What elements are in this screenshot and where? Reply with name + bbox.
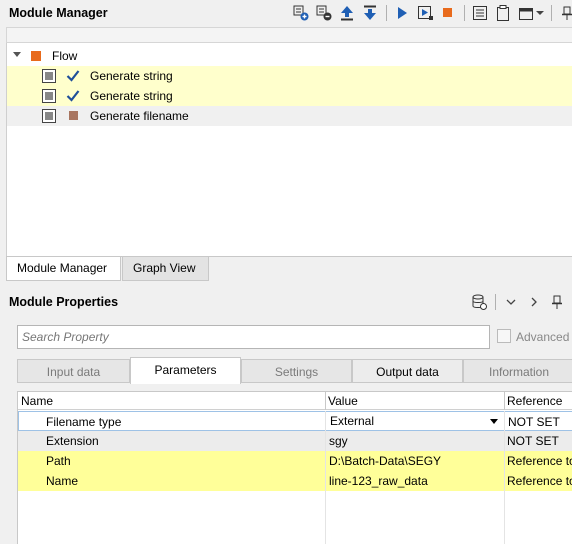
clipboard-icon[interactable]	[494, 4, 512, 22]
toolbar-divider	[551, 5, 552, 21]
checkmark-icon	[66, 89, 80, 106]
tree-item-label: Generate filename	[90, 109, 189, 123]
tree-item[interactable]: Generate filename	[7, 106, 572, 126]
toolbar-divider	[495, 294, 496, 310]
module-status-icon	[69, 111, 78, 120]
row-reference[interactable]: NOT SET	[507, 434, 559, 448]
column-divider	[504, 411, 505, 544]
row-reference[interactable]: NOT SET	[508, 415, 560, 429]
database-settings-icon[interactable]	[470, 293, 488, 311]
tab-input-data[interactable]: Input data	[17, 359, 130, 383]
parameters-table: Name Value Reference Filename type Exter…	[17, 391, 572, 544]
toolbar-divider	[386, 5, 387, 21]
pin-icon[interactable]	[558, 4, 572, 22]
row-value[interactable]: line-123_raw_data	[329, 474, 428, 488]
search-property-input[interactable]	[18, 326, 489, 348]
tab-information[interactable]: Information	[463, 359, 572, 383]
expand-arrow-icon[interactable]	[13, 52, 21, 57]
table-row[interactable]: Extension sgy NOT SET	[18, 431, 572, 451]
run-icon[interactable]	[393, 4, 411, 22]
module-enable-checkbox[interactable]	[42, 69, 56, 83]
filename-type-select[interactable]: External	[330, 414, 374, 428]
advanced-checkbox[interactable]	[497, 329, 511, 343]
module-manager-column-strip	[6, 27, 572, 43]
column-header-name[interactable]: Name	[21, 394, 53, 408]
column-header-value[interactable]: Value	[328, 394, 358, 408]
remove-module-icon[interactable]	[315, 4, 333, 22]
row-value[interactable]: D:\Batch-Data\SEGY	[329, 454, 441, 468]
tree-item[interactable]: Generate string	[7, 66, 572, 86]
module-tree: Flow Generate string Generate string Gen…	[6, 43, 572, 256]
table-row[interactable]: Path D:\Batch-Data\SEGY Reference to	[18, 451, 572, 471]
module-manager-title: Module Manager	[9, 6, 108, 20]
tree-root-flow[interactable]: Flow	[7, 46, 572, 66]
tab-output-data[interactable]: Output data	[352, 359, 463, 383]
run-step-icon[interactable]	[416, 4, 434, 22]
column-divider[interactable]	[504, 392, 505, 410]
module-properties-title: Module Properties	[9, 295, 119, 309]
window-options-icon[interactable]	[517, 4, 535, 22]
row-reference[interactable]: Reference to	[507, 474, 572, 488]
row-reference[interactable]: Reference to	[507, 454, 572, 468]
search-property-field[interactable]	[17, 325, 490, 349]
tree-item[interactable]: Generate string	[7, 86, 572, 106]
tree-root-label: Flow	[52, 49, 78, 63]
toolbar-divider	[464, 5, 465, 21]
tab-parameters[interactable]: Parameters	[130, 357, 241, 384]
chevron-down-icon[interactable]	[502, 293, 520, 311]
move-down-icon[interactable]	[361, 4, 379, 22]
stop-icon[interactable]	[439, 4, 457, 22]
chevron-down-icon[interactable]	[490, 419, 498, 424]
table-row[interactable]: Filename type External NOT SET	[18, 411, 572, 431]
row-name: Extension	[46, 434, 99, 448]
tree-item-label: Generate string	[90, 69, 173, 83]
tree-item-label: Generate string	[90, 89, 173, 103]
module-enable-checkbox[interactable]	[42, 109, 56, 123]
row-name: Filename type	[46, 415, 122, 429]
list-icon[interactable]	[471, 4, 489, 22]
tab-settings[interactable]: Settings	[241, 359, 352, 383]
checkmark-icon	[66, 69, 80, 86]
table-row[interactable]: Name line-123_raw_data Reference to	[18, 471, 572, 491]
column-divider	[325, 411, 326, 544]
module-properties-header: Module Properties	[0, 289, 572, 315]
move-up-icon[interactable]	[338, 4, 356, 22]
module-manager-toolbar	[292, 3, 572, 23]
column-divider[interactable]	[325, 392, 326, 410]
column-header-reference[interactable]: Reference	[507, 394, 562, 408]
module-manager-tabbar: Module Manager Graph View	[6, 256, 572, 281]
chevron-right-icon[interactable]	[525, 293, 543, 311]
module-properties-toolbar	[470, 292, 571, 312]
table-header: Name Value Reference	[18, 392, 572, 410]
tab-graph-view[interactable]: Graph View	[122, 257, 209, 281]
row-value[interactable]: sgy	[329, 434, 348, 448]
chevron-down-icon[interactable]	[536, 4, 544, 22]
row-name: Path	[46, 454, 71, 468]
tab-module-manager[interactable]: Module Manager	[6, 257, 121, 281]
row-name: Name	[46, 474, 79, 488]
module-enable-checkbox[interactable]	[42, 89, 56, 103]
properties-tabbar: Input data Parameters Settings Output da…	[17, 357, 572, 384]
pin-icon[interactable]	[548, 293, 566, 311]
flow-icon	[31, 51, 41, 61]
module-manager-header: Module Manager	[0, 0, 572, 26]
add-module-icon[interactable]	[292, 4, 310, 22]
advanced-label: Advanced	[516, 330, 570, 344]
